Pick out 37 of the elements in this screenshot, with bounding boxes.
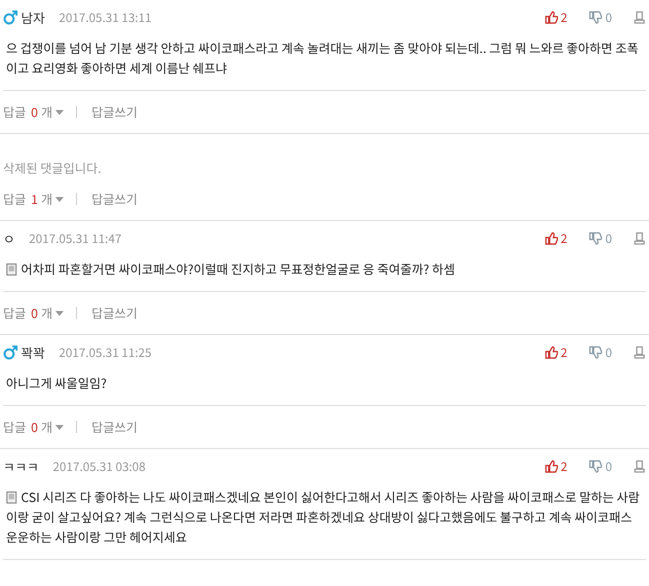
caret-icon: [55, 196, 64, 202]
comment-text: 아니그게 싸울일임?: [6, 373, 107, 392]
write-reply-button[interactable]: 답글쓰기: [91, 190, 138, 208]
dislike-button[interactable]: 0: [589, 8, 612, 26]
report-icon[interactable]: [634, 232, 645, 244]
dislike-button[interactable]: 0: [589, 230, 612, 246]
comment-date: 2017.05.31 13:11: [58, 8, 152, 26]
comment-text: 으 겁쟁이를 넘어 남 기분 생각 안하고 싸이코패스라고 계속 놀려대는 새끼는 좀 맞아야 되는데.. 그럼 뭐 느와르 좋아하면 조폭이고 요리영화 좋아하면 세계 이름난 쉐프냐: [6, 38, 638, 77]
comment-date: 2017.05.31 11:47: [28, 230, 122, 246]
replies-toggle[interactable]: 답글 0 개: [3, 103, 64, 121]
comment-date: 2017.05.31 11:25: [58, 344, 152, 360]
report-icon[interactable]: [634, 460, 645, 472]
write-reply-button[interactable]: 답글쓰기: [91, 304, 138, 322]
caret-icon: [55, 424, 64, 430]
write-reply-button[interactable]: 답글쓰기: [91, 103, 138, 121]
report-icon[interactable]: [634, 10, 645, 24]
comment-text: 어차피 파혼할거면 싸이코패스야?이럴때 진지하고 무표정한얼굴로 응 죽여줄까? 하셈: [21, 259, 455, 278]
dislike-button[interactable]: 0: [589, 344, 612, 360]
dislike-button[interactable]: 0: [589, 458, 612, 474]
caret-icon: [55, 310, 64, 316]
author-name[interactable]: ㅋㅋㅋ: [3, 456, 39, 476]
like-button[interactable]: 2: [544, 8, 568, 26]
author-name[interactable]: 남자: [21, 8, 45, 26]
comment-date: 2017.05.31 03:08: [52, 458, 146, 474]
comment-text: 삭제된 댓글입니다.: [3, 158, 102, 177]
report-icon[interactable]: [634, 346, 645, 358]
author-name[interactable]: ㅇ: [3, 228, 15, 248]
replies-toggle[interactable]: 답글 1 개: [3, 190, 64, 208]
like-button[interactable]: 2: [544, 230, 568, 246]
like-button[interactable]: 2: [544, 344, 568, 360]
replies-toggle[interactable]: 답글 0 개: [3, 418, 64, 436]
comment-text: CSI 시리즈 다 좋아하는 나도 싸이코패스겠네요 본인이 싫어한다고해서 시리즈 좋아하는 사람을 싸이코패스로 말하는 사람이랑 굳이 살고싶어요? 계속 그런식으로 나온다면 저라면 파혼하겠네요 상대방이 싫다고했음에도 불구하고 계속 싸이코패스 운운하는 사람이랑 그만 헤어지세요: [6, 487, 640, 546]
caret-icon: [55, 110, 64, 114]
replies-toggle[interactable]: 답글 0 개: [3, 304, 64, 322]
author-name[interactable]: 꽉꽉: [21, 342, 45, 362]
like-button[interactable]: 2: [544, 458, 568, 474]
write-reply-button[interactable]: 답글쓰기: [91, 418, 138, 436]
